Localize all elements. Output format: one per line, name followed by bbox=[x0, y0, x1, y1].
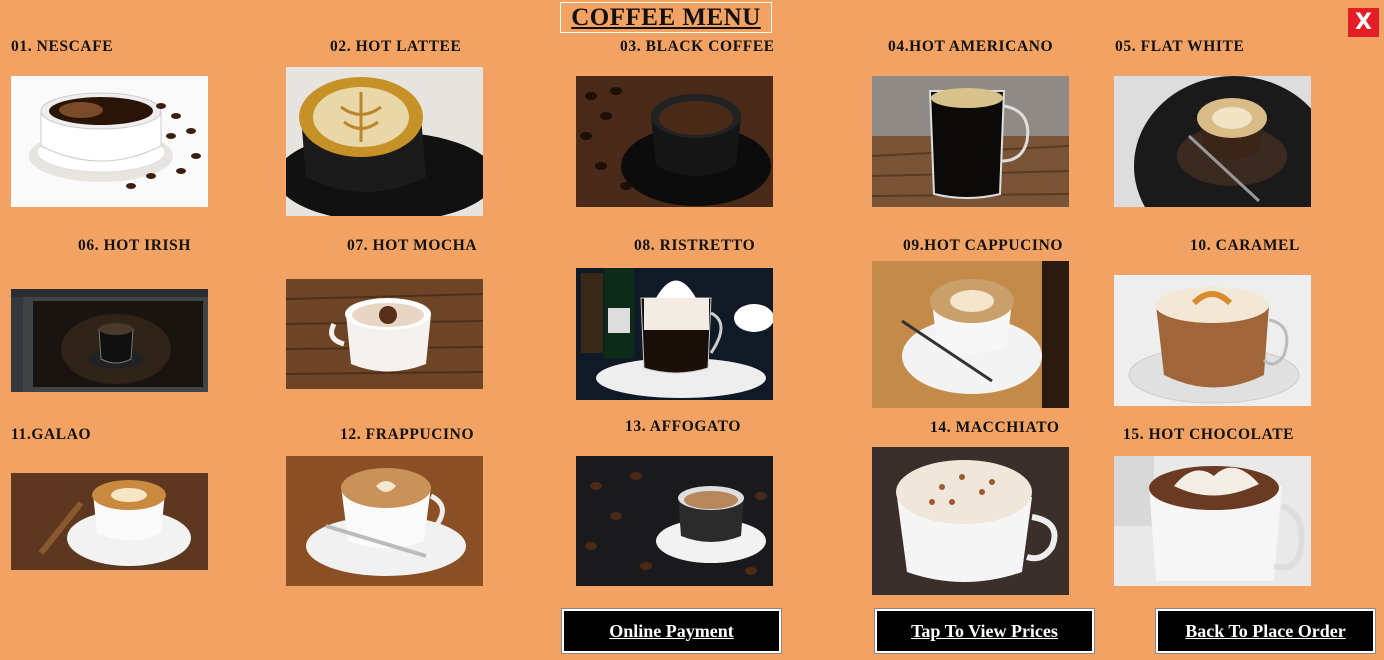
hot-irish-image[interactable] bbox=[11, 289, 208, 392]
item-label-hot-mocha: 07. HOT MOCHA bbox=[347, 237, 478, 254]
back-to-place-order-button[interactable]: Back To Place Order bbox=[1156, 609, 1375, 653]
black-coffee-image[interactable] bbox=[576, 76, 773, 207]
frappucino-image[interactable] bbox=[286, 456, 483, 586]
close-button[interactable]: X bbox=[1348, 8, 1379, 37]
item-label-hot-cappucino: 09.HOT CAPPUCINO bbox=[903, 237, 1064, 254]
caramel-image[interactable] bbox=[1114, 275, 1311, 406]
page-title: COFFEE MENU bbox=[560, 2, 772, 33]
item-label-flat-white: 05. FLAT WHITE bbox=[1115, 38, 1245, 55]
affogato-image[interactable] bbox=[576, 456, 773, 586]
item-label-caramel: 10. CARAMEL bbox=[1190, 237, 1300, 254]
flat-white-image[interactable] bbox=[1114, 76, 1311, 207]
hot-latte-image[interactable] bbox=[286, 67, 483, 216]
item-label-ristretto: 08. RISTRETTO bbox=[634, 237, 756, 254]
macchiato-image[interactable] bbox=[872, 447, 1069, 595]
ristretto-image[interactable] bbox=[576, 268, 773, 400]
item-label-affogato: 13. AFFOGATO bbox=[625, 418, 741, 435]
hot-cappucino-image[interactable] bbox=[872, 261, 1069, 408]
item-label-hot-chocolate: 15. HOT CHOCOLATE bbox=[1123, 426, 1295, 443]
item-label-galao: 11.GALAO bbox=[11, 426, 92, 443]
item-label-frappucino: 12. FRAPPUCINO bbox=[340, 426, 475, 443]
item-label-hot-lattee: 02. HOT LATTEE bbox=[330, 38, 462, 55]
hot-chocolate-image[interactable] bbox=[1114, 456, 1311, 586]
view-prices-button[interactable]: Tap To View Prices bbox=[875, 609, 1094, 653]
online-payment-button[interactable]: Online Payment bbox=[562, 609, 781, 653]
galao-image[interactable] bbox=[11, 473, 208, 570]
item-label-nescafe: 01. NESCAFE bbox=[11, 38, 114, 55]
item-label-hot-americano: 04.HOT AMERICANO bbox=[888, 38, 1054, 55]
nescafe-coffee-cup-image[interactable] bbox=[11, 76, 208, 207]
item-label-hot-irish: 06. HOT IRISH bbox=[78, 237, 192, 254]
item-label-macchiato: 14. MACCHIATO bbox=[930, 419, 1060, 436]
item-label-black-coffee: 03. BLACK COFFEE bbox=[620, 38, 773, 55]
hot-mocha-image[interactable] bbox=[286, 279, 483, 389]
hot-americano-image[interactable] bbox=[872, 76, 1069, 207]
